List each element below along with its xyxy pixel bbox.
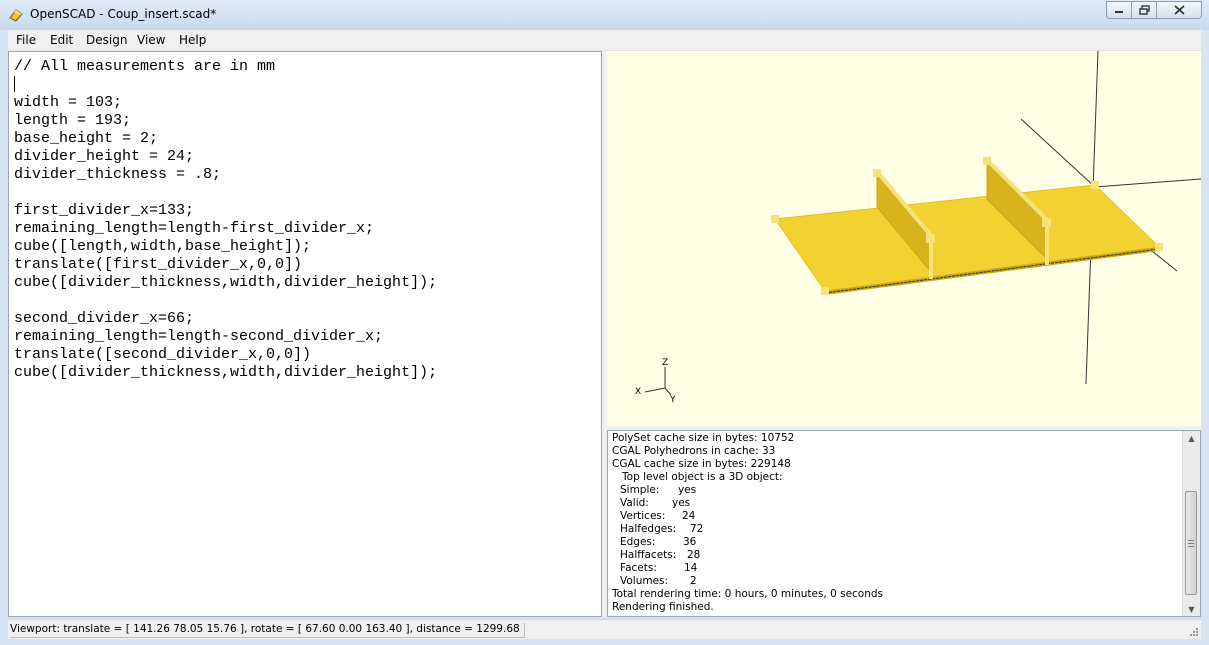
chevron-up-icon: ▲ [1188, 433, 1195, 443]
console-line: PolySet cache size in bytes: 10752 [612, 432, 795, 444]
menu-view[interactable]: View [137, 33, 165, 47]
menu-help[interactable]: Help [179, 33, 206, 47]
text-cursor [14, 76, 15, 92]
gizmo-y-label: Y [669, 395, 676, 405]
status-bar: Viewport: translate = [ 141.26 78.05 15.… [8, 619, 1201, 639]
corner-marker [1155, 243, 1163, 251]
console-stat: Volumes: 2 [620, 575, 697, 587]
corner-marker [873, 169, 881, 177]
corner-marker [983, 157, 991, 165]
console-stat: Halfedges: 72 [620, 523, 704, 535]
maximize-button[interactable] [1131, 1, 1157, 19]
console-line: CGAL Polyhedrons in cache: 33 [612, 445, 776, 457]
console-stat: Valid: yes [620, 497, 691, 509]
console-stat: Vertices: 24 [620, 510, 696, 522]
window-controls [1106, 1, 1202, 19]
console-stat: Edges: 36 [620, 536, 697, 548]
console-stat: Facets: 14 [620, 562, 698, 574]
corner-marker [771, 215, 779, 223]
restore-icon [1138, 5, 1150, 15]
gizmo-x-label: X [635, 387, 641, 397]
minimize-icon [1115, 11, 1123, 13]
console-output[interactable]: PolySet cache size in bytes: 10752 CGAL … [607, 430, 1201, 617]
minimize-button[interactable] [1106, 1, 1132, 19]
menu-design[interactable]: Design [86, 33, 127, 47]
console-stat: Simple: yes [620, 484, 697, 496]
menu-bar: File Edit Design View Help [8, 30, 1201, 51]
window-title: OpenSCAD - Coup_insert.scad* [30, 7, 217, 21]
gizmo-y-axis [664, 387, 672, 396]
editor-code: // All measurements are in mm width = 10… [14, 58, 438, 381]
title-bar[interactable]: OpenSCAD - Coup_insert.scad* [0, 0, 1209, 30]
scroll-up-button[interactable]: ▲ [1183, 431, 1200, 445]
y-axis-line [1094, 178, 1201, 188]
3d-viewport[interactable]: Z X Y [607, 51, 1201, 426]
console-line: Total rendering time: 0 hours, 0 minutes… [612, 588, 884, 600]
close-icon [1173, 5, 1185, 15]
console-line: CGAL cache size in bytes: 229148 [612, 458, 791, 470]
corner-marker [821, 287, 829, 295]
divider-two-corner [1042, 218, 1051, 227]
3d-scene: Z X Y [635, 51, 1201, 405]
scrollbar-thumb[interactable] [1185, 491, 1197, 595]
close-button[interactable] [1156, 1, 1202, 19]
menu-edit[interactable]: Edit [50, 33, 73, 47]
code-editor[interactable]: // All measurements are in mm width = 10… [8, 51, 602, 617]
scroll-down-button[interactable]: ▼ [1183, 602, 1200, 616]
console-lines: PolySet cache size in bytes: 10752 CGAL … [612, 432, 883, 614]
console-stat: Halffacets: 28 [620, 549, 701, 561]
x-axis-line [1020, 118, 1096, 188]
console-line: Rendering finished. [612, 601, 714, 613]
resize-grip-icon[interactable] [1189, 627, 1199, 637]
openscad-app-icon [9, 9, 23, 22]
viewport-status: Viewport: translate = [ 141.26 78.05 15.… [10, 623, 525, 638]
console-scrollbar[interactable]: ▲ ▼ [1182, 431, 1200, 616]
chevron-down-icon: ▼ [1188, 604, 1195, 614]
gizmo-x-axis [644, 387, 666, 393]
divider-one-corner [926, 234, 935, 243]
corner-marker [1091, 181, 1099, 189]
console-line: Top level object is a 3D object: [612, 471, 783, 483]
gizmo-z-label: Z [662, 358, 668, 368]
menu-file[interactable]: File [16, 33, 36, 47]
